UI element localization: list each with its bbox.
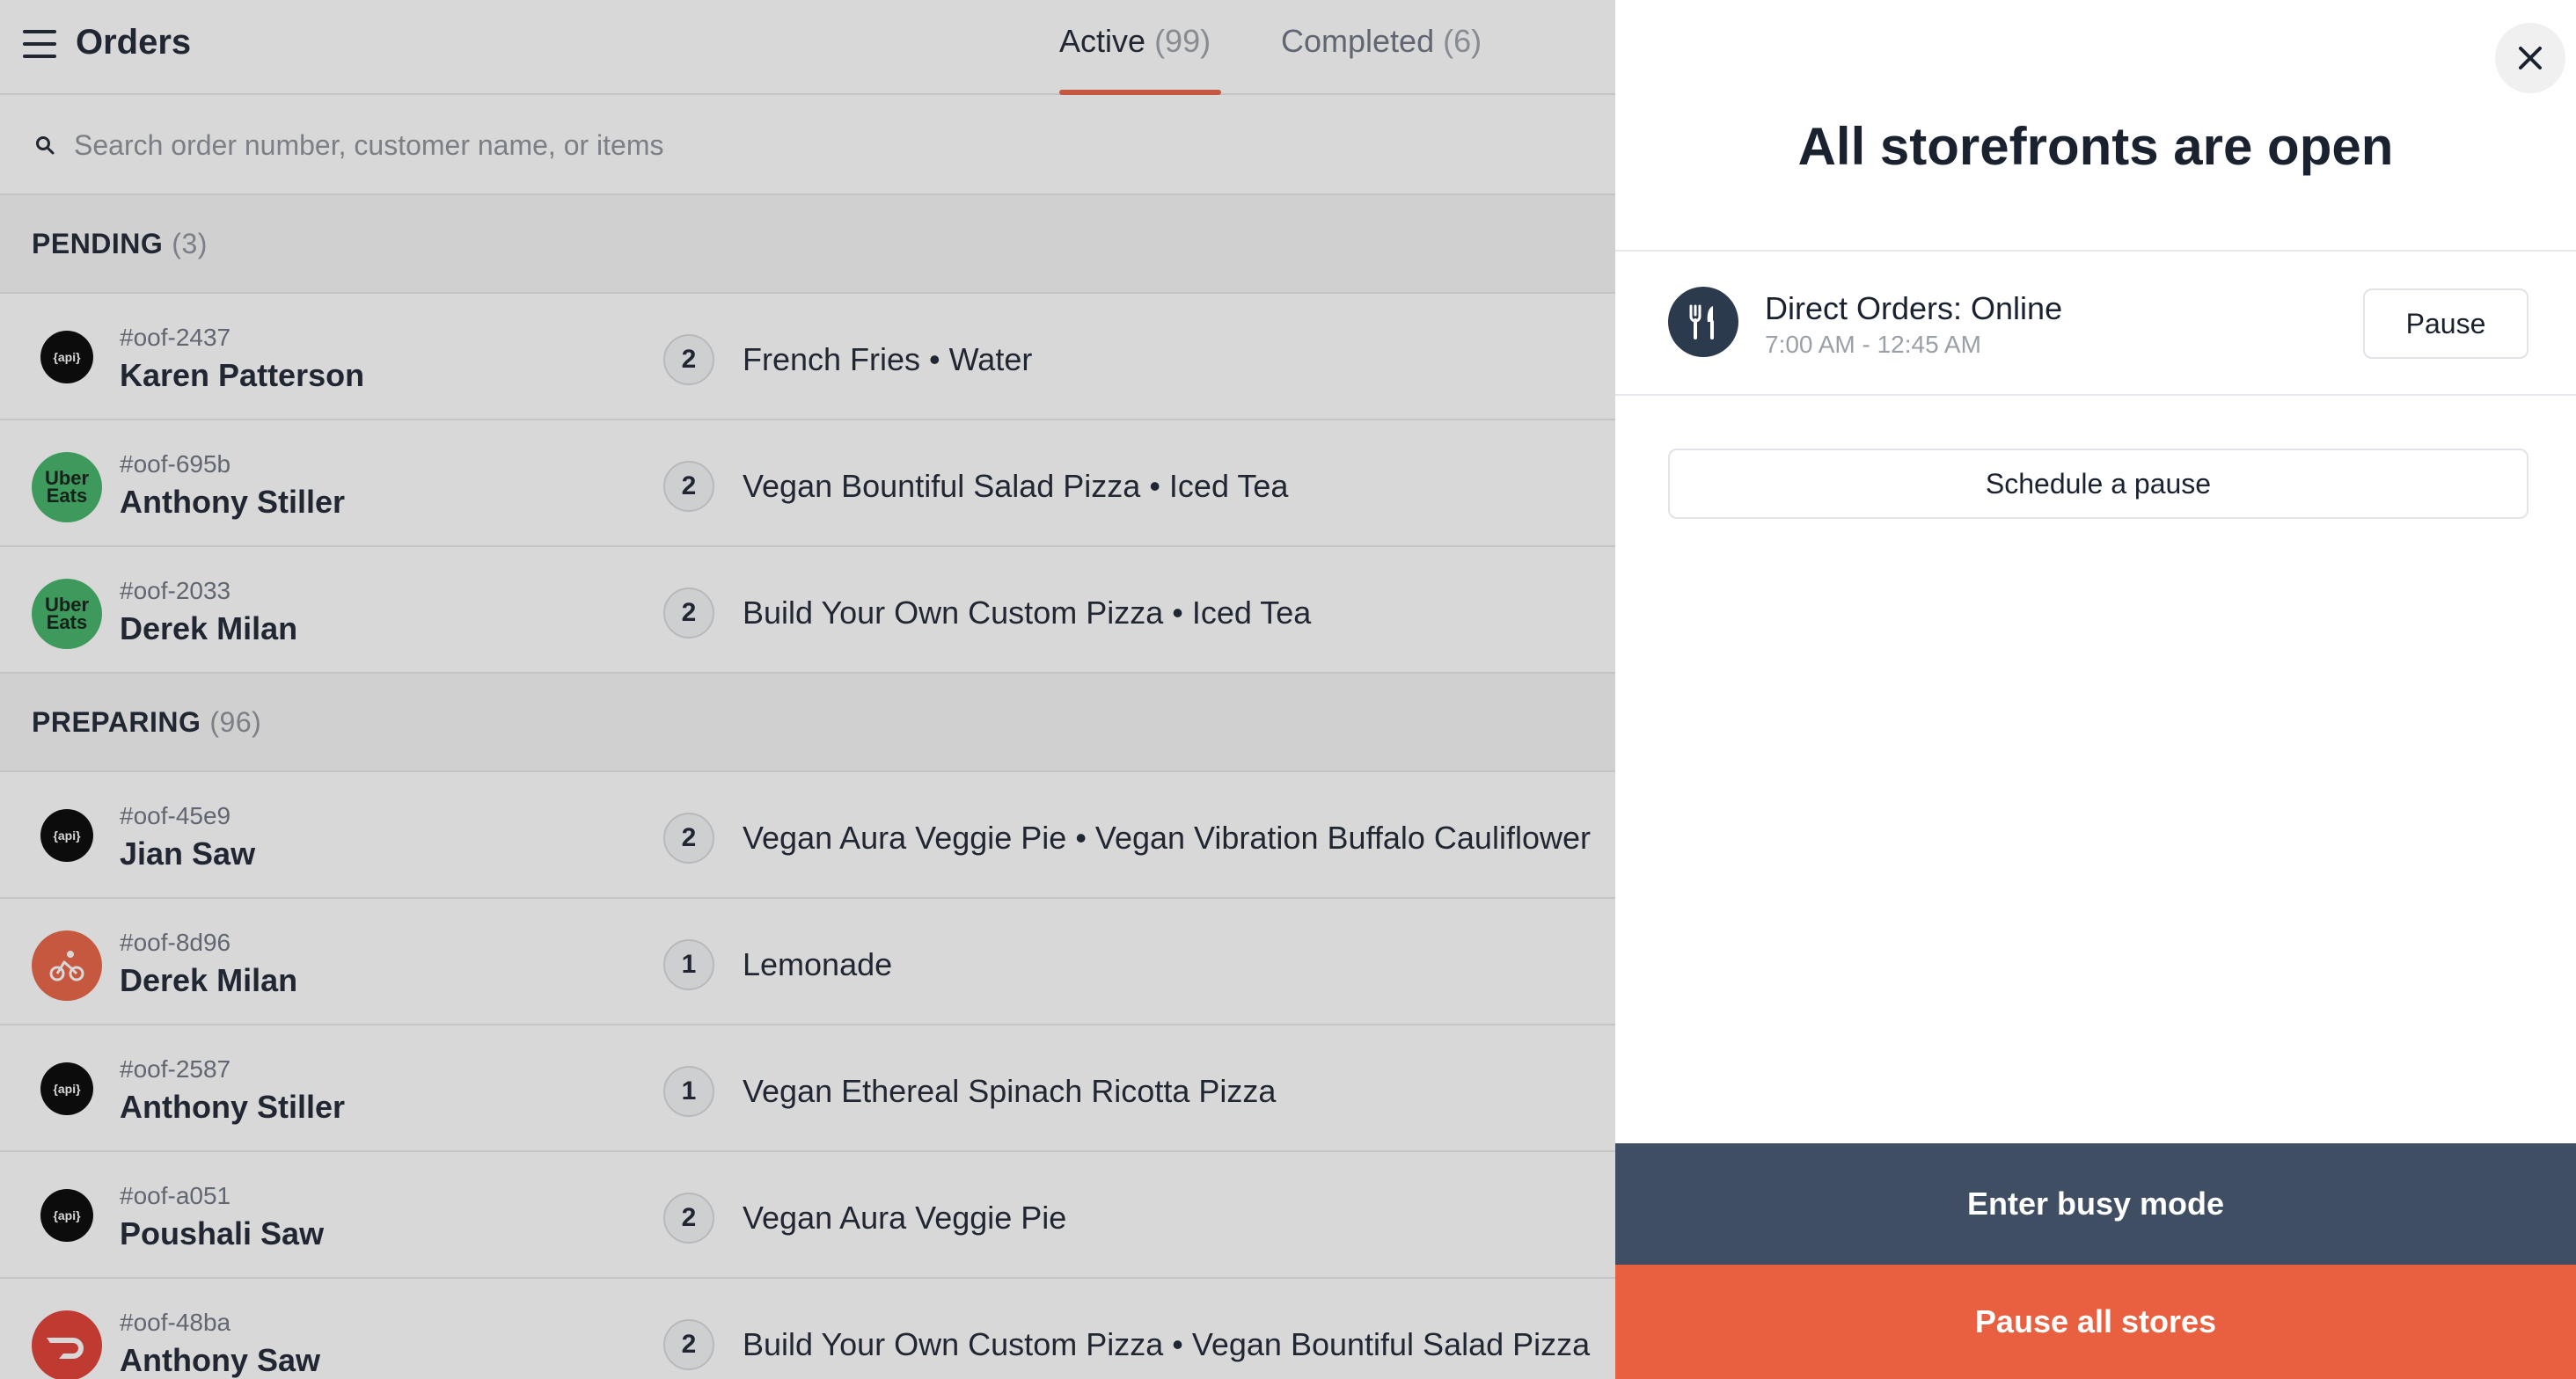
store-name: Direct Orders: Online <box>1765 290 2063 326</box>
panel-title: All storefronts are open <box>1797 117 2394 176</box>
close-button[interactable] <box>2495 23 2565 93</box>
modal-backdrop[interactable] <box>0 0 1615 1379</box>
pause-store-button[interactable]: Pause <box>2363 288 2528 359</box>
storefront-row: Direct Orders: Online 7:00 AM - 12:45 AM… <box>1615 252 2576 396</box>
enter-busy-mode-button[interactable]: Enter busy mode <box>1615 1143 2576 1265</box>
pause-all-stores-button[interactable]: Pause all stores <box>1615 1265 2576 1379</box>
close-icon <box>2519 47 2542 69</box>
divider <box>1615 394 2576 396</box>
store-hours: 7:00 AM - 12:45 AM <box>1765 331 1981 358</box>
schedule-pause-button[interactable]: Schedule a pause <box>1668 449 2528 519</box>
fork-knife-icon <box>1668 287 1738 357</box>
storefront-panel: All storefronts are open Direct Orders: … <box>1615 0 2576 1379</box>
